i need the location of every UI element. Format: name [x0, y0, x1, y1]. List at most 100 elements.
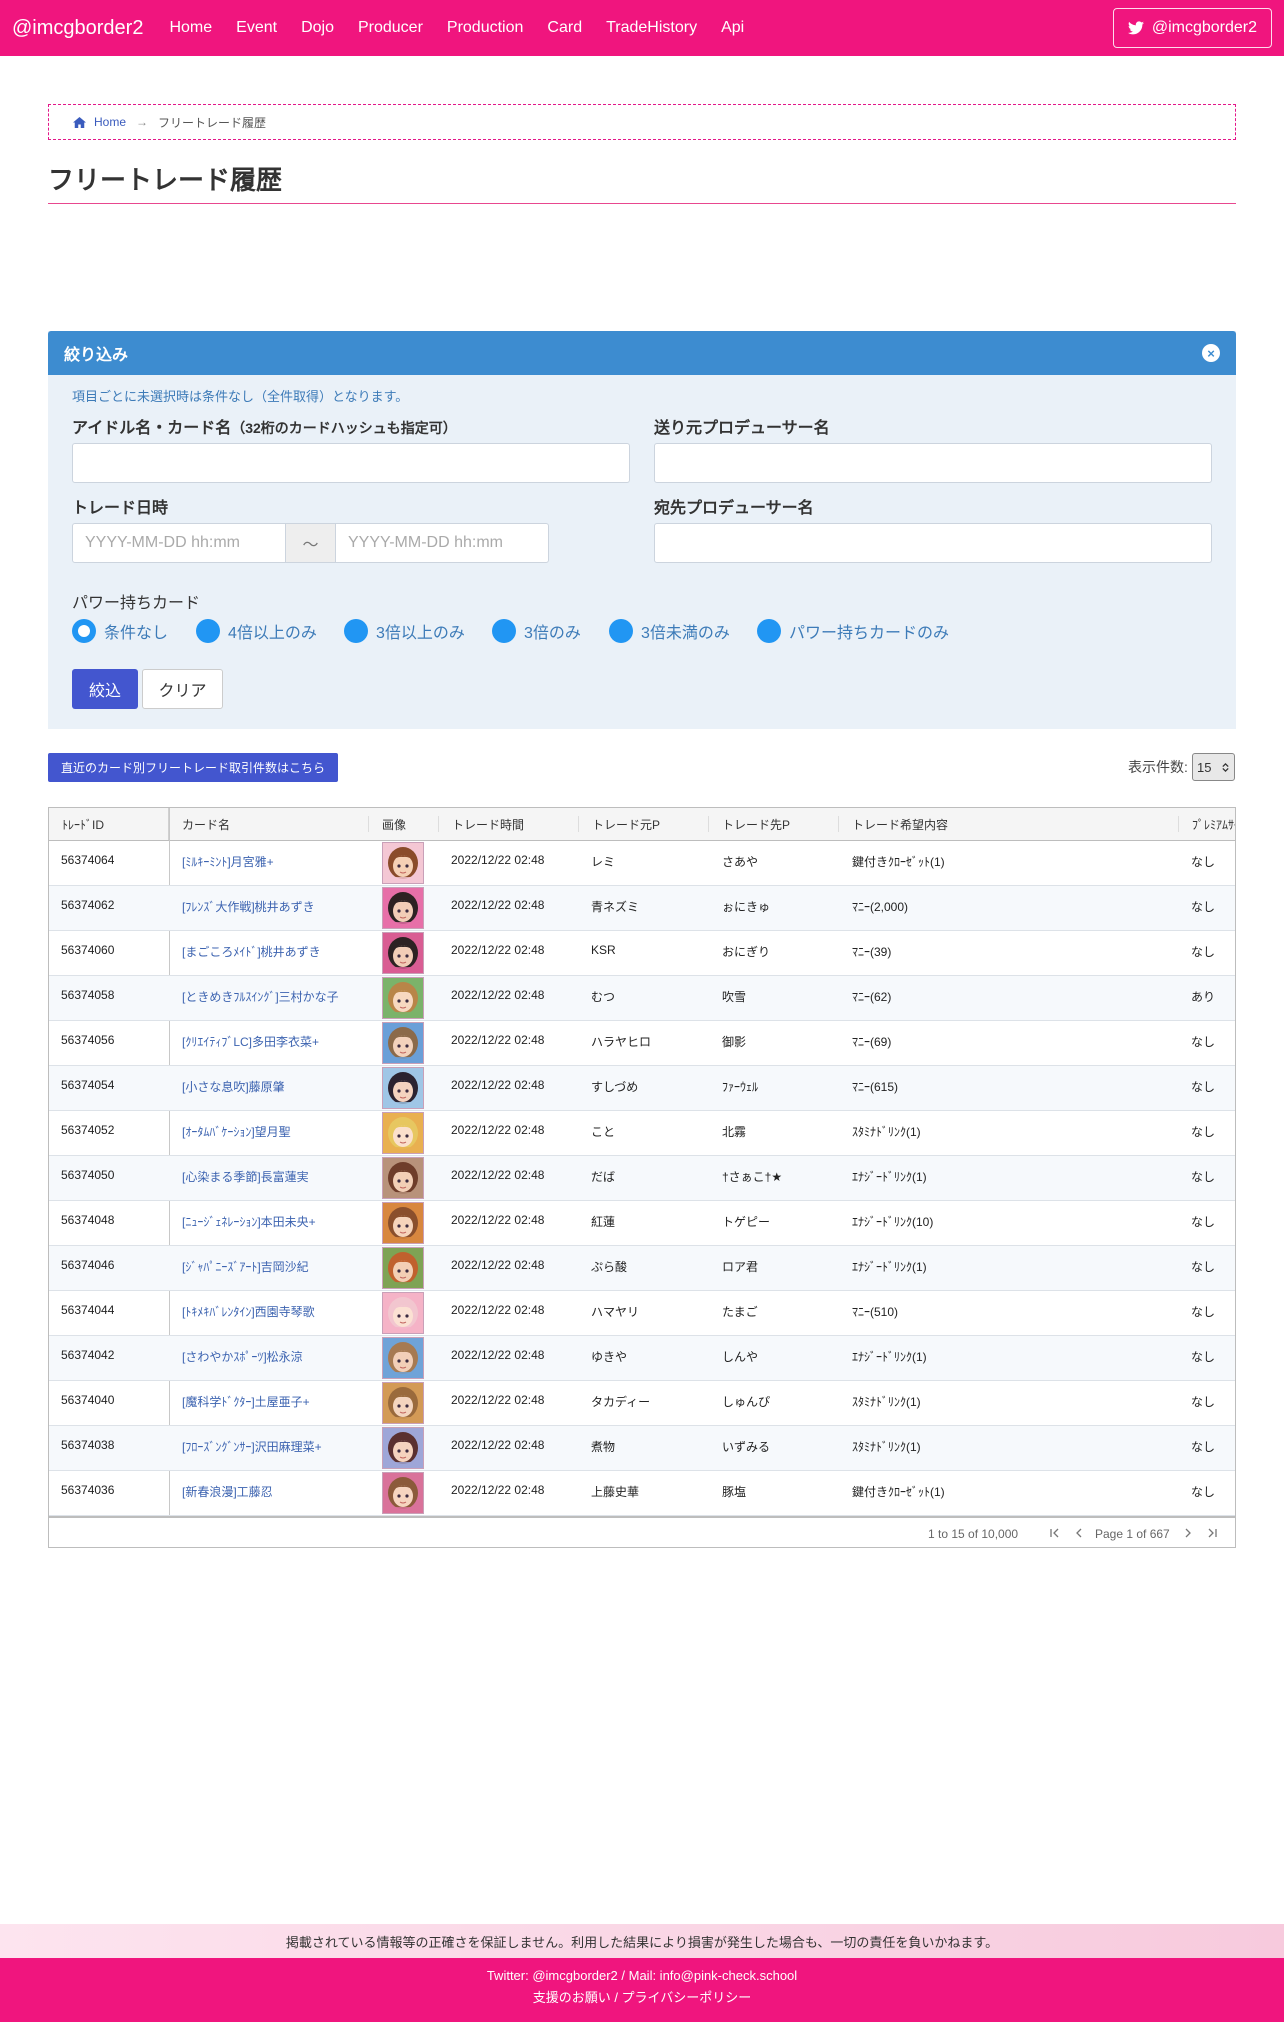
card-trade-count-button[interactable]: 直近のカード別フリートレード取引件数はこちら: [48, 753, 338, 782]
column-header-trade-request[interactable]: トレード希望内容: [839, 808, 1179, 840]
card-thumbnail-image[interactable]: [382, 1472, 424, 1514]
radio-under-3x[interactable]: 3倍未満のみ: [609, 619, 730, 643]
card-thumbnail-image[interactable]: [382, 1427, 424, 1469]
next-page-icon[interactable]: [1181, 1526, 1195, 1540]
idol-portrait-icon: [383, 888, 423, 928]
receiver-producer-input[interactable]: [654, 523, 1212, 563]
card-name-link[interactable]: [魔科学ﾄﾞｸﾀｰ]土屋亜子+: [182, 1393, 310, 1410]
card-thumbnail-image[interactable]: [382, 1247, 424, 1289]
table-row[interactable]: 56374064 [ﾐﾙｷｰﾐﾝﾄ]月宮雅+ 2022/12/22 02:48 レミ さ…: [49, 841, 1235, 886]
sender-producer-input[interactable]: [654, 443, 1212, 483]
table-row[interactable]: 56374042 [さわやかｽﾎﾟｰﾂ]松永涼 2022/12/22 02:48 ゆき…: [49, 1336, 1235, 1381]
to-producer-cell: ﾌｧｰｳｪﾙ: [722, 1080, 759, 1094]
card-name-link[interactable]: [ｸﾘｴｲﾃｨﾌﾞLC]多田李衣菜+: [182, 1033, 319, 1050]
to-producer-cell: 豚塩: [722, 1485, 747, 1499]
column-header-to-producer[interactable]: トレード先P: [709, 808, 839, 840]
close-icon[interactable]: ×: [1202, 344, 1220, 362]
grid-header: ﾄﾚｰﾄﾞID カード名 画像 トレード時間 トレード元P トレード先P トレー…: [49, 808, 1235, 841]
breadcrumb-home-link[interactable]: Home: [73, 115, 126, 129]
card-thumbnail-image[interactable]: [382, 887, 424, 929]
trade-request-cell: ｽﾀﾐﾅﾄﾞﾘﾝｸ(1): [852, 1440, 921, 1454]
radio-3x-only[interactable]: 3倍のみ: [492, 619, 581, 643]
table-row[interactable]: 56374056 [ｸﾘｴｲﾃｨﾌﾞLC]多田李衣菜+ 2022/12/22 02:…: [49, 1021, 1235, 1066]
filter-panel-header[interactable]: 絞り込み ×: [48, 331, 1236, 375]
card-thumbnail-image[interactable]: [382, 1022, 424, 1064]
column-header-trade-id[interactable]: ﾄﾚｰﾄﾞID: [49, 808, 169, 840]
radio-3x-or-more[interactable]: 3倍以上のみ: [344, 619, 465, 643]
twitter-icon: [1127, 21, 1144, 35]
nav-item-production[interactable]: Production: [447, 19, 524, 37]
table-row[interactable]: 56374048 [ﾆｭｰｼﾞｪﾈﾚｰｼｮﾝ]本田未央+ 2022/12/22 02…: [49, 1201, 1235, 1246]
radio-label: 3倍のみ: [524, 625, 581, 642]
apply-filter-button[interactable]: 絞込: [72, 669, 138, 709]
card-name-link[interactable]: [ﾐﾙｷｰﾐﾝﾄ]月宮雅+: [182, 853, 274, 870]
card-thumbnail-image[interactable]: [382, 1382, 424, 1424]
table-row[interactable]: 56374062 [ﾌﾚﾝｽﾞ大作戦]桃井あずき 2022/12/22 02:48 青…: [49, 886, 1235, 931]
card-name-link[interactable]: [ﾄｷﾒｷﾊﾞﾚﾝﾀｲﾝ]西園寺琴歌: [182, 1303, 315, 1320]
card-name-link[interactable]: [ﾌﾚﾝｽﾞ大作戦]桃井あずき: [182, 898, 315, 915]
breadcrumb-current: フリートレード履歴: [158, 115, 267, 130]
column-header-trade-time[interactable]: トレード時間: [439, 808, 579, 840]
card-name-link[interactable]: [新春浪漫]工藤忍: [182, 1483, 273, 1500]
table-row[interactable]: 56374044 [ﾄｷﾒｷﾊﾞﾚﾝﾀｲﾝ]西園寺琴歌 2022/12/22 02:…: [49, 1291, 1235, 1336]
card-thumbnail-image[interactable]: [382, 1067, 424, 1109]
card-thumbnail-image[interactable]: [382, 1202, 424, 1244]
table-row[interactable]: 56374038 [ﾌﾛｰｽﾞﾝｸﾞﾝｻｰ]沢田麻理菜+ 2022/12/22 02…: [49, 1426, 1235, 1471]
card-name-link[interactable]: [さわやかｽﾎﾟｰﾂ]松永涼: [182, 1348, 303, 1365]
card-name-link[interactable]: [まごころﾒｲﾄﾞ]桃井あずき: [182, 943, 321, 960]
card-thumbnail-image[interactable]: [382, 932, 424, 974]
nav-item-card[interactable]: Card: [547, 19, 582, 37]
nav-item-event[interactable]: Event: [236, 19, 277, 37]
nav-item-dojo[interactable]: Dojo: [301, 19, 334, 37]
card-name-link[interactable]: [ﾆｭｰｼﾞｪﾈﾚｰｼｮﾝ]本田未央+: [182, 1213, 316, 1230]
card-name-link[interactable]: [ｼﾞｬﾊﾟﾆｰｽﾞｱｰﾄ]吉岡沙紀: [182, 1258, 309, 1275]
support-link[interactable]: 支援のお願い: [533, 1990, 611, 2005]
privacy-policy-link[interactable]: プライバシーポリシー: [622, 1990, 752, 2005]
table-row[interactable]: 56374050 [心染まる季節]長富蓮実 2022/12/22 02:48 だば †さ…: [49, 1156, 1235, 1201]
column-header-image[interactable]: 画像: [369, 808, 439, 840]
nav-item-api[interactable]: Api: [721, 19, 744, 37]
last-page-icon[interactable]: [1205, 1526, 1219, 1540]
page-title: フリートレード履歴: [48, 160, 1236, 204]
card-thumbnail-image[interactable]: [382, 1157, 424, 1199]
table-row[interactable]: 56374058 [ときめきﾌﾙｽｲﾝｸﾞ]三村かな子 2022/12/22 02:…: [49, 976, 1235, 1021]
table-row[interactable]: 56374060 [まごころﾒｲﾄﾞ]桃井あずき 2022/12/22 02:48 K…: [49, 931, 1235, 976]
card-thumbnail-image[interactable]: [382, 842, 424, 884]
page-size-select[interactable]: 15: [1192, 753, 1235, 781]
card-thumbnail-image[interactable]: [382, 1337, 424, 1379]
nav-item-home[interactable]: Home: [169, 19, 212, 37]
table-row[interactable]: 56374046 [ｼﾞｬﾊﾟﾆｰｽﾞｱｰﾄ]吉岡沙紀 2022/12/22 02:…: [49, 1246, 1235, 1291]
radio-power-only[interactable]: パワー持ちカードのみ: [757, 619, 949, 643]
radio-no-condition[interactable]: 条件なし: [72, 619, 168, 643]
clear-filter-button[interactable]: クリア: [142, 669, 223, 709]
table-row[interactable]: 56374054 [小さな息吹]藤原肇 2022/12/22 02:48 すしづめ ﾌｧ…: [49, 1066, 1235, 1111]
trade-id-cell: 56374064: [61, 853, 115, 867]
card-name-link[interactable]: [ときめきﾌﾙｽｲﾝｸﾞ]三村かな子: [182, 988, 339, 1005]
trade-request-cell: ﾏﾆｰ(510): [852, 1305, 899, 1319]
radio-4x-or-more[interactable]: 4倍以上のみ: [196, 619, 317, 643]
card-thumbnail-image[interactable]: [382, 1292, 424, 1334]
column-header-from-producer[interactable]: トレード元P: [579, 808, 709, 840]
card-thumbnail-image[interactable]: [382, 1112, 424, 1154]
previous-page-icon[interactable]: [1072, 1526, 1086, 1540]
card-name-link[interactable]: [心染まる季節]長富蓮実: [182, 1168, 309, 1185]
date-to-input[interactable]: YYYY-MM-DD hh:mm: [335, 523, 549, 563]
page-size-label: 表示件数:: [1128, 759, 1188, 775]
premium-sign-cell: なし: [1191, 1215, 1216, 1229]
date-from-input[interactable]: YYYY-MM-DD hh:mm: [72, 523, 286, 563]
idol-name-input[interactable]: [72, 443, 630, 483]
twitter-button[interactable]: @imcgborder2: [1112, 8, 1272, 48]
card-thumbnail-image[interactable]: [382, 977, 424, 1019]
card-name-link[interactable]: [ｵｰﾀﾑﾊﾞｹｰｼｮﾝ]望月聖: [182, 1123, 291, 1140]
table-row[interactable]: 56374052 [ｵｰﾀﾑﾊﾞｹｰｼｮﾝ]望月聖 2022/12/22 02:48…: [49, 1111, 1235, 1156]
first-page-icon[interactable]: [1048, 1526, 1062, 1540]
brand-link[interactable]: @imcgborder2: [12, 17, 143, 40]
card-name-link[interactable]: [ﾌﾛｰｽﾞﾝｸﾞﾝｻｰ]沢田麻理菜+: [182, 1438, 322, 1455]
column-header-premium-sign[interactable]: ﾌﾟﾚﾐｱﾑｻｲﾝ: [1179, 808, 1235, 840]
nav-item-producer[interactable]: Producer: [358, 19, 423, 37]
table-row[interactable]: 56374036 [新春浪漫]工藤忍 2022/12/22 02:48 上藤史華 豚塩 鍵…: [49, 1471, 1235, 1516]
card-name-link[interactable]: [小さな息吹]藤原肇: [182, 1078, 285, 1095]
nav-item-tradehistory[interactable]: TradeHistory: [606, 19, 697, 37]
column-header-card-name[interactable]: カード名: [169, 808, 369, 840]
table-row[interactable]: 56374040 [魔科学ﾄﾞｸﾀｰ]土屋亜子+ 2022/12/22 02:48 タ…: [49, 1381, 1235, 1426]
